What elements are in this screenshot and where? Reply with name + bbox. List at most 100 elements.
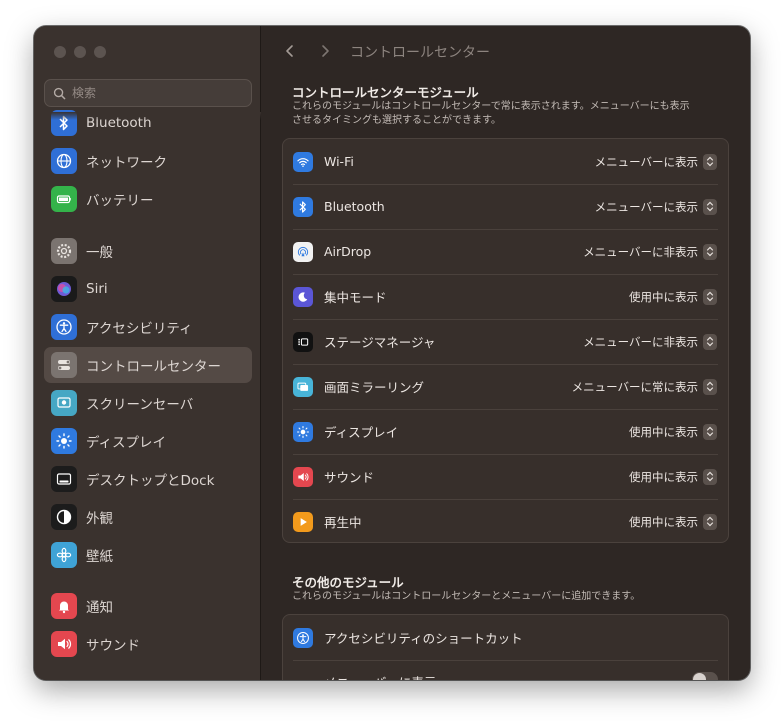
globe-icon — [56, 153, 72, 169]
sidebar-item[interactable]: Siri — [44, 271, 252, 307]
visibility-select[interactable]: 使用中に表示 — [629, 423, 717, 440]
sidebar-item-icon — [51, 504, 77, 530]
module-label: ステージマネージャ — [324, 335, 436, 350]
modules-section-title: コントロールセンターモジュール — [292, 85, 479, 100]
sidebar-item[interactable]: バッテリー — [44, 181, 252, 217]
sidebar-item[interactable]: ディスプレイ — [44, 423, 252, 459]
visibility-value: 使用中に表示 — [629, 424, 698, 439]
sidebar-item[interactable]: スクリーンセーバ — [44, 385, 252, 421]
close-window-button[interactable] — [54, 46, 66, 58]
row-divider — [293, 184, 718, 185]
visibility-select[interactable]: メニューバーに表示 — [594, 198, 717, 215]
sidebar-item-icon — [51, 148, 77, 174]
sidebar-item[interactable]: ネットワーク — [44, 143, 252, 179]
chevron-updown-icon — [706, 291, 714, 302]
visibility-select[interactable]: メニューバーに非表示 — [583, 333, 717, 350]
visibility-value: メニューバーに常に表示 — [571, 379, 698, 394]
visibility-value: メニューバーに表示 — [594, 199, 698, 214]
wallpaper-icon — [56, 547, 72, 563]
row-divider — [293, 364, 718, 365]
select-stepper[interactable] — [703, 333, 717, 350]
zoom-window-button[interactable] — [94, 46, 106, 58]
module-row: 再生中 使用中に表示 — [283, 499, 728, 544]
sidebar-item[interactable]: サウンド — [44, 626, 252, 662]
visibility-select[interactable]: メニューバーに常に表示 — [571, 378, 717, 395]
sun-icon — [56, 433, 72, 449]
module-row: 画面ミラーリング メニューバーに常に表示 — [283, 364, 728, 409]
module-icon — [293, 331, 313, 352]
sidebar-item-label: アクセシビリティ — [86, 321, 193, 337]
control-center-icon — [58, 360, 70, 370]
module-row: ディスプレイ 使用中に表示 — [283, 409, 728, 454]
sidebar-item[interactable]: コントロールセンター — [44, 347, 252, 383]
sidebar-item-label: デスクトップとDock — [86, 473, 215, 489]
speaker-icon — [298, 472, 309, 481]
module-label: Bluetooth — [324, 199, 385, 214]
visibility-select[interactable]: 使用中に表示 — [629, 513, 717, 530]
sidebar-item[interactable]: 壁紙 — [44, 537, 252, 573]
minimize-window-button[interactable] — [74, 46, 86, 58]
select-stepper[interactable] — [703, 198, 717, 215]
sidebar-item[interactable]: Bluetooth — [44, 105, 252, 141]
bell-icon — [59, 601, 69, 614]
sidebar-item-label: ネットワーク — [86, 155, 167, 171]
dock-icon — [56, 473, 72, 485]
search-field[interactable] — [44, 79, 252, 107]
select-stepper[interactable] — [703, 513, 717, 530]
show-in-menubar-toggle[interactable] — [692, 672, 718, 680]
chevron-left-icon — [286, 45, 293, 57]
chevron-right-icon — [322, 45, 329, 57]
select-stepper[interactable] — [703, 288, 717, 305]
visibility-select[interactable]: メニューバーに表示 — [594, 153, 717, 170]
gear-icon — [56, 243, 72, 259]
module-row: サウンド 使用中に表示 — [283, 454, 728, 499]
other-module-option-row: メニューバーに表示 — [283, 660, 728, 680]
row-divider — [293, 499, 718, 500]
select-stepper[interactable] — [703, 468, 717, 485]
module-label: AirDrop — [324, 244, 372, 259]
sidebar-item-label: スクリーンセーバ — [86, 397, 194, 413]
visibility-value: メニューバーに表示 — [594, 154, 698, 169]
sidebar-item-icon — [51, 428, 77, 454]
module-label: 再生中 — [324, 515, 362, 530]
module-label: 画面ミラーリング — [324, 380, 425, 395]
module-label: Wi-Fi — [324, 154, 354, 169]
speaker-icon — [58, 638, 72, 650]
sidebar-item-label: 通知 — [86, 600, 113, 616]
play-icon — [300, 517, 307, 526]
module-icon — [293, 627, 313, 648]
other-section-title: その他のモジュール — [292, 575, 404, 590]
sidebar-item[interactable]: アクセシビリティ — [44, 309, 252, 345]
modules-section-desc-2: させるタイミングも選択することができます。 — [292, 115, 501, 126]
row-divider — [293, 660, 718, 661]
back-button[interactable] — [278, 39, 302, 63]
row-divider — [293, 229, 718, 230]
siri-icon — [57, 282, 71, 296]
module-row: 集中モード 使用中に表示 — [283, 274, 728, 319]
select-stepper[interactable] — [703, 243, 717, 260]
sidebar-item[interactable]: デスクトップとDock — [44, 461, 252, 497]
sidebar-item[interactable]: 通知 — [44, 588, 252, 624]
sidebar-item[interactable]: 一般 — [44, 233, 252, 269]
chevron-updown-icon — [706, 156, 714, 167]
select-stepper[interactable] — [703, 153, 717, 170]
chevron-updown-icon — [706, 336, 714, 347]
select-stepper[interactable] — [703, 378, 717, 395]
visibility-select[interactable]: 使用中に表示 — [629, 468, 717, 485]
search-input[interactable] — [72, 86, 242, 100]
sidebar-item-icon — [51, 631, 77, 657]
chevron-updown-icon — [706, 246, 714, 257]
module-icon — [293, 151, 313, 172]
forward-button[interactable] — [313, 39, 337, 63]
select-stepper[interactable] — [703, 423, 717, 440]
row-divider — [293, 274, 718, 275]
modules-section-desc-1: これらのモジュールはコントロールセンターで常に表示されます。メニューバーにも表示 — [292, 101, 690, 112]
sidebar-item-label: 壁紙 — [86, 549, 113, 565]
visibility-select[interactable]: 使用中に表示 — [629, 288, 717, 305]
other-section-desc: これらのモジュールはコントロールセンターとメニューバーに追加できます。 — [292, 591, 641, 602]
module-label: ディスプレイ — [324, 425, 399, 440]
visibility-select[interactable]: メニューバーに非表示 — [583, 243, 717, 260]
sidebar-item[interactable]: 外観 — [44, 499, 252, 535]
sidebar-item-icon — [51, 542, 77, 568]
modules-card: Wi-Fi メニューバーに表示 Bluetooth メニューバーに表示 AirDrop メ… — [282, 138, 729, 543]
